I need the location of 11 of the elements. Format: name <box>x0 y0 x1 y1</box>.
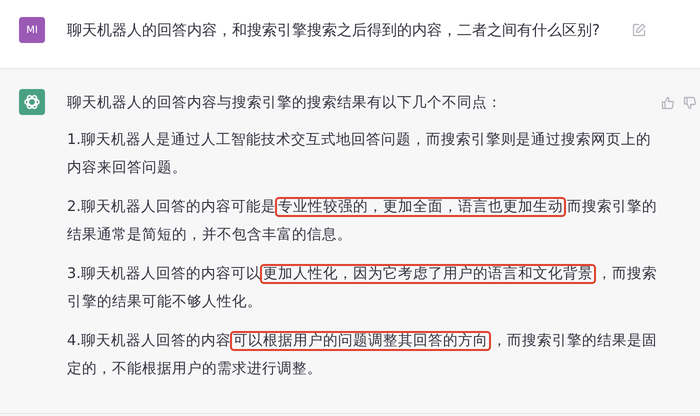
answer-intro: 聊天机器人的回答内容与搜索引擎的搜索结果有以下几个不同点： <box>67 94 503 113</box>
thumbs-down-icon[interactable] <box>683 96 697 110</box>
thumbs-up-icon[interactable] <box>661 96 675 110</box>
answer-paragraph: 2.聊天机器人回答的内容可能是 专业性较强的，更加全面，语言也更加生动 而搜索引擎的结果通常是简短的，并不包含丰富的信息。 <box>67 198 658 245</box>
user-avatar: MI <box>19 17 45 43</box>
answer-paragraph: 4.聊天机器人回答的内容 可以根据用户的问题调整其回答的方向 ，而搜索引擎的结果是固定的，不能根据用户的需求进行调整。 <box>67 332 658 379</box>
bot-avatar <box>19 89 45 115</box>
answer-paragraph: 1.聊天机器人是通过人工智能技术交互式地回答问题，而搜索引擎则是通过搜索网页上的内容来回答问题。 <box>67 130 652 178</box>
question-text: 聊天机器人的回答内容，和搜索引擎搜索之后得到的内容，二者之间有什么区别? <box>67 20 601 41</box>
answer-paragraph: 3.聊天机器人回答的内容可以 更加人性化，因为它考虑了用户的语言和文化背景 ，而搜索引擎的结果可能不够人性化。 <box>67 264 658 312</box>
edit-icon[interactable] <box>632 23 646 37</box>
